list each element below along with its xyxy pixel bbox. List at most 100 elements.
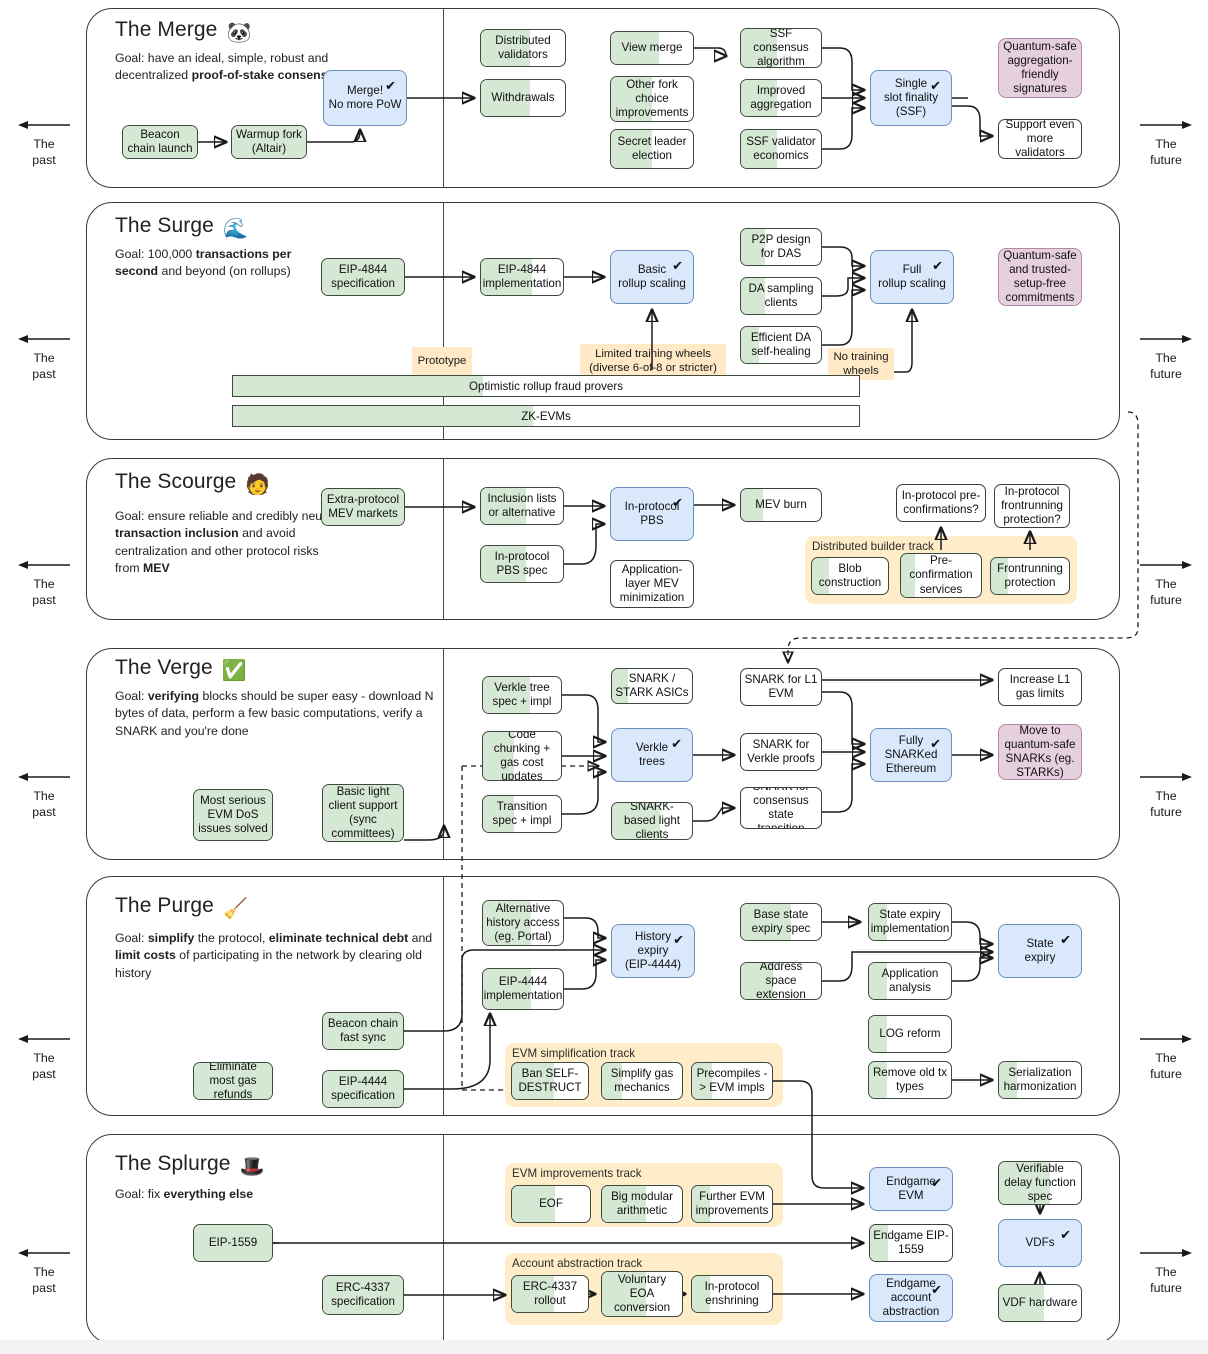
node-voluntary-eoa-conversion[interactable]: Voluntary EOA conversion [601, 1271, 683, 1317]
node-eip-4844-implementation[interactable]: EIP-4844 implementation [480, 258, 564, 296]
node-state-expiry-implementation[interactable]: State expiry implementation [868, 903, 952, 941]
section-emoji-icon: ✅ [221, 660, 247, 682]
node-in-protocol-pbs[interactable]: In-protocol PBS ✔ [610, 487, 694, 541]
node-beacon-chain-fast-sync[interactable]: Beacon chain fast sync [322, 1012, 404, 1050]
node-vdfs[interactable]: VDFs ✔ [998, 1219, 1082, 1267]
node-label: In-protocol pre-confirmations? [901, 488, 981, 516]
node-state-expiry[interactable]: State expiry ✔ [998, 924, 1082, 978]
node-application-layer-mev-minimization[interactable]: Application-layer MEV minimization [610, 560, 694, 608]
node-history-expiry[interactable]: History expiry (EIP-4444) ✔ [611, 924, 695, 978]
node-serialization-harmonization[interactable]: Serialization harmonization [998, 1061, 1082, 1099]
checkmark-icon: ✔ [930, 736, 941, 751]
time-arrow-future-splurge: The future [1134, 1246, 1198, 1296]
time-label-line1: The [33, 789, 55, 803]
node-withdrawals[interactable]: Withdrawals [480, 79, 566, 117]
node-blob-construction[interactable]: Blob construction [811, 557, 889, 595]
node-view-merge[interactable]: View merge [610, 31, 694, 65]
node-fully-snarked-ethereum[interactable]: Fully SNARKed Ethereum ✔ [870, 728, 952, 782]
node-big-modular-arithmetic[interactable]: Big modular arithmetic [601, 1185, 683, 1223]
node-address-space-extension[interactable]: Address space extension [740, 962, 822, 1000]
node-snark-for-consensus-state-transition[interactable]: SNARK for consensus state transition [740, 787, 822, 829]
node-label: ERC-4337 rollout [522, 1279, 578, 1307]
node-verkle-tree-spec-impl[interactable]: Verkle tree spec + impl [482, 676, 562, 714]
node-eip-1559[interactable]: EIP-1559 [193, 1224, 273, 1262]
node-ban-self-destruct[interactable]: Ban SELF-DESTRUCT [511, 1062, 589, 1100]
node-label: Ban SELF-DESTRUCT [518, 1066, 582, 1094]
node-beacon-chain-launch[interactable]: Beacon chain launch [122, 125, 198, 159]
node-simplify-gas-mechanics[interactable]: Simplify gas mechanics [601, 1062, 683, 1100]
node-ssf-validator-economics[interactable]: SSF validator economics [740, 129, 822, 169]
node-ssf-consensus-algorithm[interactable]: SSF consensus algorithm [740, 28, 822, 68]
node-remove-old-tx-types[interactable]: Remove old tx types [868, 1061, 952, 1099]
node-alternative-history-access[interactable]: Alternative history access (eg. Portal) [482, 900, 564, 946]
ethereum-roadmap-diagram: The Merge 🐼 Goal: have an ideal, simple, r… [0, 0, 1208, 1354]
node-endgame-evm[interactable]: Endgame EVM ✔ [869, 1167, 953, 1211]
node-verkle-trees[interactable]: Verkle trees ✔ [611, 728, 693, 782]
node-extra-protocol-mev-markets[interactable]: Extra-protocol MEV markets [321, 488, 405, 526]
distributed-builder-track-label: Distributed builder track [812, 540, 934, 553]
node-basic-light-client-support[interactable]: Basic light client support (sync committ… [322, 784, 404, 842]
node-frontrunning-protection[interactable]: Frontrunning protection [990, 557, 1070, 595]
node-distributed-validators[interactable]: Distributed validators [480, 29, 566, 67]
node-in-protocol-enshrining[interactable]: In-protocol enshrining [691, 1275, 773, 1313]
node-quantum-safe-trusted-setup-free-commitments[interactable]: Quantum-safe and trusted-setup-free comm… [998, 248, 1082, 306]
node-secret-leader-election[interactable]: Secret leader election [610, 129, 694, 169]
node-merge-no-more-pow[interactable]: Merge! No more PoW ✔ [323, 70, 407, 126]
checkmark-icon: ✔ [932, 258, 943, 273]
node-vdf-hardware[interactable]: VDF hardware [998, 1284, 1082, 1322]
node-p2p-design-for-das[interactable]: P2P design for DAS [740, 228, 822, 266]
node-label: Transition spec + impl [492, 799, 552, 827]
node-snark-for-l1-evm[interactable]: SNARK for L1 EVM [740, 668, 822, 706]
section-title-splurge: The Splurge 🎩 [115, 1152, 265, 1179]
node-da-sampling-clients[interactable]: DA sampling clients [740, 277, 822, 315]
node-transition-spec-impl[interactable]: Transition spec + impl [482, 795, 562, 833]
node-other-fork-choice-improvements[interactable]: Other fork choice improvements [610, 76, 694, 122]
node-full-rollup-scaling[interactable]: Full rollup scaling ✔ [870, 250, 954, 304]
node-move-to-quantum-safe-snarks[interactable]: Move to quantum-safe SNARKs (eg. STARKs) [998, 724, 1082, 780]
node-label: EOF [539, 1196, 563, 1210]
node-quantum-safe-aggregation-friendly-signatures[interactable]: Quantum-safe aggregation-friendly signat… [998, 38, 1082, 98]
node-erc-4337-specification[interactable]: ERC-4337 specification [322, 1275, 404, 1315]
node-single-slot-finality[interactable]: Single slot finality (SSF) ✔ [870, 70, 952, 126]
node-snark-for-verkle-proofs[interactable]: SNARK for Verkle proofs [740, 733, 822, 771]
node-verifiable-delay-function-spec[interactable]: Verifiable delay function spec [998, 1161, 1082, 1205]
node-label: EIP-4444 implementation [483, 974, 563, 1002]
node-code-chunking-gas-cost-updates[interactable]: Code chunking + gas cost updates [482, 731, 562, 781]
node-snark-stark-asics[interactable]: SNARK / STARK ASICs [611, 668, 693, 704]
node-base-state-expiry-spec[interactable]: Base state expiry spec [740, 903, 822, 941]
node-precompiles-to-evm-impls[interactable]: Precompiles -> EVM impls [691, 1062, 773, 1100]
node-eip-4444-implementation[interactable]: EIP-4444 implementation [482, 968, 564, 1010]
node-eliminate-most-gas-refunds[interactable]: Eliminate most gas refunds [193, 1062, 273, 1100]
node-pre-confirmation-services[interactable]: Pre-confirmation services [900, 553, 982, 598]
node-warmup-fork-altair[interactable]: Warmup fork (Altair) [231, 125, 307, 159]
node-efficient-da-self-healing[interactable]: Efficient DA self-healing [740, 326, 822, 364]
node-increase-l1-gas-limits[interactable]: Increase L1 gas limits [998, 668, 1082, 706]
node-snark-based-light-clients[interactable]: SNARK-based light clients [611, 802, 693, 840]
node-support-even-more-validators[interactable]: Support even more validators [998, 119, 1082, 159]
node-endgame-eip-1559[interactable]: Endgame EIP-1559 [869, 1224, 953, 1262]
node-label: Improved aggregation [750, 83, 812, 111]
node-label: MEV burn [755, 497, 807, 511]
node-eip-4444-specification[interactable]: EIP-4444 specification [322, 1070, 404, 1108]
node-eip-4844-specification[interactable]: EIP-4844 specification [321, 258, 405, 296]
node-in-protocol-pbs-spec[interactable]: In-protocol PBS spec [480, 545, 564, 583]
node-erc-4337-rollout[interactable]: ERC-4337 rollout [511, 1275, 589, 1313]
bar-label: Optimistic rollup fraud provers [469, 379, 623, 393]
node-endgame-account-abstraction[interactable]: Endgame account abstraction ✔ [869, 1274, 953, 1322]
node-in-protocol-pre-confirmations[interactable]: In-protocol pre-confirmations? [896, 484, 986, 522]
node-eof[interactable]: EOF [511, 1185, 591, 1223]
time-arrow-future-purge: The future [1134, 1032, 1198, 1082]
node-inclusion-lists-or-alternative[interactable]: Inclusion lists or alternative [480, 487, 564, 525]
node-further-evm-improvements[interactable]: Further EVM improvements [691, 1185, 773, 1223]
node-most-serious-evm-dos-issues-solved[interactable]: Most serious EVM DoS issues solved [193, 789, 273, 841]
node-improved-aggregation[interactable]: Improved aggregation [740, 79, 822, 117]
node-log-reform[interactable]: LOG reform [868, 1015, 952, 1053]
evm-improvements-track-label: EVM improvements track [512, 1167, 642, 1180]
evm-simplification-track-label: EVM simplification track [512, 1047, 636, 1060]
node-label: EIP-1559 [208, 1235, 258, 1249]
node-label: Support even more validators [1005, 119, 1075, 159]
node-in-protocol-frontrunning-protection[interactable]: In-protocol frontrunning protection? [994, 484, 1070, 528]
node-application-analysis[interactable]: Application analysis [868, 962, 952, 1000]
node-mev-burn[interactable]: MEV burn [740, 488, 822, 522]
node-basic-rollup-scaling[interactable]: Basic rollup scaling ✔ [610, 250, 694, 304]
